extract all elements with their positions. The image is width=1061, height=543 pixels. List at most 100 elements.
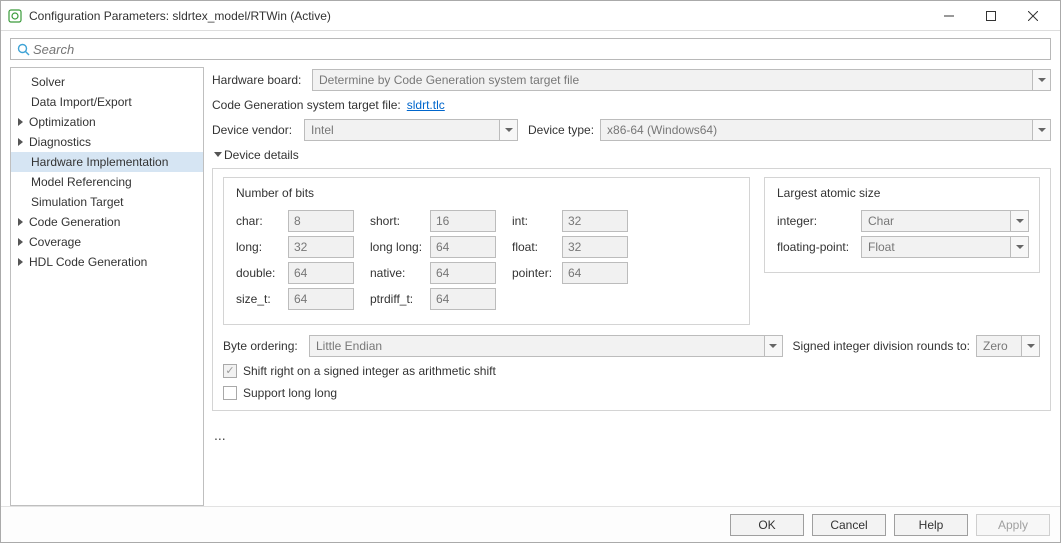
- nav-item-diagnostics[interactable]: Diagnostics: [11, 132, 203, 152]
- nav-item-code-generation[interactable]: Code Generation: [11, 212, 203, 232]
- atomic-integer-value: Char: [862, 214, 1010, 228]
- ptrdiff_t-value[interactable]: 64: [430, 288, 496, 310]
- int-value[interactable]: 32: [562, 210, 628, 232]
- nav-item-label: Coverage: [27, 235, 81, 249]
- size_t-label: size_t:: [236, 292, 288, 306]
- hardware-board-dropdown[interactable]: Determine by Code Generation system targ…: [312, 69, 1051, 91]
- more-ellipsis[interactable]: ...: [212, 427, 1051, 443]
- number-of-bits-title: Number of bits: [236, 186, 739, 200]
- chevron-down-icon: [764, 336, 782, 356]
- device-vendor-value: Intel: [305, 123, 499, 137]
- byte-ordering-dropdown[interactable]: Little Endian: [309, 335, 783, 357]
- device-details-label: Device details: [224, 148, 299, 162]
- nav-item-label: Model Referencing: [15, 175, 132, 189]
- device-vendor-label: Device vendor:: [212, 123, 304, 137]
- triangle-right-icon: [15, 258, 27, 266]
- native-value[interactable]: 64: [430, 262, 496, 284]
- nav-tree: Solver Data Import/Export Optimization Diag…: [10, 67, 204, 506]
- nav-item-hdl-code-generation[interactable]: HDL Code Generation: [11, 252, 203, 272]
- hardware-board-value: Determine by Code Generation system targ…: [313, 73, 1032, 87]
- nav-item-label: Diagnostics: [27, 135, 91, 149]
- long-value[interactable]: 32: [288, 236, 354, 258]
- nav-item-coverage[interactable]: Coverage: [11, 232, 203, 252]
- byte-ordering-value: Little Endian: [310, 339, 764, 353]
- support-longlong-label: Support long long: [243, 386, 337, 400]
- apply-button[interactable]: Apply: [976, 514, 1050, 536]
- int-label: int:: [512, 214, 562, 228]
- device-type-dropdown[interactable]: x86-64 (Windows64): [600, 119, 1051, 141]
- nav-item-label: HDL Code Generation: [27, 255, 147, 269]
- rounding-label: Signed integer division rounds to:: [793, 339, 970, 353]
- shift-right-label: Shift right on a signed integer as arith…: [243, 364, 496, 378]
- triangle-down-icon: [212, 151, 224, 159]
- size_t-value[interactable]: 64: [288, 288, 354, 310]
- searchbar[interactable]: [10, 38, 1051, 60]
- largest-atomic-size-title: Largest atomic size: [777, 186, 1029, 200]
- nav-item-optimization[interactable]: Optimization: [11, 112, 203, 132]
- atomic-fp-dropdown[interactable]: Float: [861, 236, 1029, 258]
- short-label: short:: [370, 214, 430, 228]
- chevron-down-icon: [1032, 120, 1050, 140]
- chevron-down-icon: [1032, 70, 1050, 90]
- short-value[interactable]: 16: [430, 210, 496, 232]
- stf-link[interactable]: sldrt.tlc: [407, 98, 445, 112]
- native-label: native:: [370, 266, 430, 280]
- searchbar-container: [1, 31, 1060, 67]
- rounding-dropdown[interactable]: Zero: [976, 335, 1040, 357]
- chevron-down-icon: [1010, 237, 1028, 257]
- largest-atomic-size-fieldset: Largest atomic size integer: Char floati…: [764, 177, 1040, 273]
- titlebar: Configuration Parameters: sldrtex_model/…: [1, 1, 1060, 31]
- float-value[interactable]: 32: [562, 236, 628, 258]
- search-icon: [15, 41, 31, 57]
- nav-item-label: Simulation Target: [15, 195, 124, 209]
- longlong-label: long long:: [370, 240, 430, 254]
- help-button[interactable]: Help: [894, 514, 968, 536]
- chevron-down-icon: [499, 120, 517, 140]
- triangle-right-icon: [15, 138, 27, 146]
- longlong-value[interactable]: 64: [430, 236, 496, 258]
- nav-item-label: Solver: [15, 75, 65, 89]
- double-label: double:: [236, 266, 288, 280]
- pointer-label: pointer:: [512, 266, 562, 280]
- nav-item-label: Code Generation: [27, 215, 120, 229]
- nav-item-label: Data Import/Export: [15, 95, 132, 109]
- maximize-button[interactable]: [970, 2, 1012, 30]
- device-type-value: x86-64 (Windows64): [601, 123, 1032, 137]
- nav-item-model-referencing[interactable]: Model Referencing: [11, 172, 203, 192]
- nav-item-hardware-implementation[interactable]: Hardware Implementation: [11, 152, 203, 172]
- device-type-label: Device type:: [528, 123, 594, 137]
- triangle-right-icon: [15, 118, 27, 126]
- footer: OK Cancel Help Apply: [1, 506, 1060, 542]
- char-value[interactable]: 8: [288, 210, 354, 232]
- minimize-button[interactable]: [928, 2, 970, 30]
- double-value[interactable]: 64: [288, 262, 354, 284]
- byte-ordering-label: Byte ordering:: [223, 339, 309, 353]
- device-vendor-dropdown[interactable]: Intel: [304, 119, 518, 141]
- atomic-integer-dropdown[interactable]: Char: [861, 210, 1029, 232]
- atomic-integer-label: integer:: [777, 214, 861, 228]
- nav-item-solver[interactable]: Solver: [11, 72, 203, 92]
- support-longlong-checkbox[interactable]: [223, 386, 237, 400]
- hardware-board-label: Hardware board:: [212, 73, 312, 87]
- window-title: Configuration Parameters: sldrtex_model/…: [29, 9, 928, 23]
- close-button[interactable]: [1012, 2, 1054, 30]
- long-label: long:: [236, 240, 288, 254]
- shift-right-checkbox[interactable]: ✓: [223, 364, 237, 378]
- chevron-down-icon: [1010, 211, 1028, 231]
- float-label: float:: [512, 240, 562, 254]
- ptrdiff_t-label: ptrdiff_t:: [370, 292, 430, 306]
- device-details-toggle[interactable]: Device details: [212, 148, 1051, 162]
- nav-item-simulation-target[interactable]: Simulation Target: [11, 192, 203, 212]
- triangle-right-icon: [15, 238, 27, 246]
- device-details-fieldset: Number of bits char: 8 short: 16 int: 32…: [212, 168, 1051, 411]
- ok-button[interactable]: OK: [730, 514, 804, 536]
- nav-item-label: Hardware Implementation: [15, 155, 168, 169]
- cancel-button[interactable]: Cancel: [812, 514, 886, 536]
- search-input[interactable]: [31, 42, 1046, 57]
- char-label: char:: [236, 214, 288, 228]
- pointer-value[interactable]: 64: [562, 262, 628, 284]
- nav-item-data-import-export[interactable]: Data Import/Export: [11, 92, 203, 112]
- atomic-fp-value: Float: [862, 240, 1010, 254]
- chevron-down-icon: [1021, 336, 1039, 356]
- nav-item-label: Optimization: [27, 115, 96, 129]
